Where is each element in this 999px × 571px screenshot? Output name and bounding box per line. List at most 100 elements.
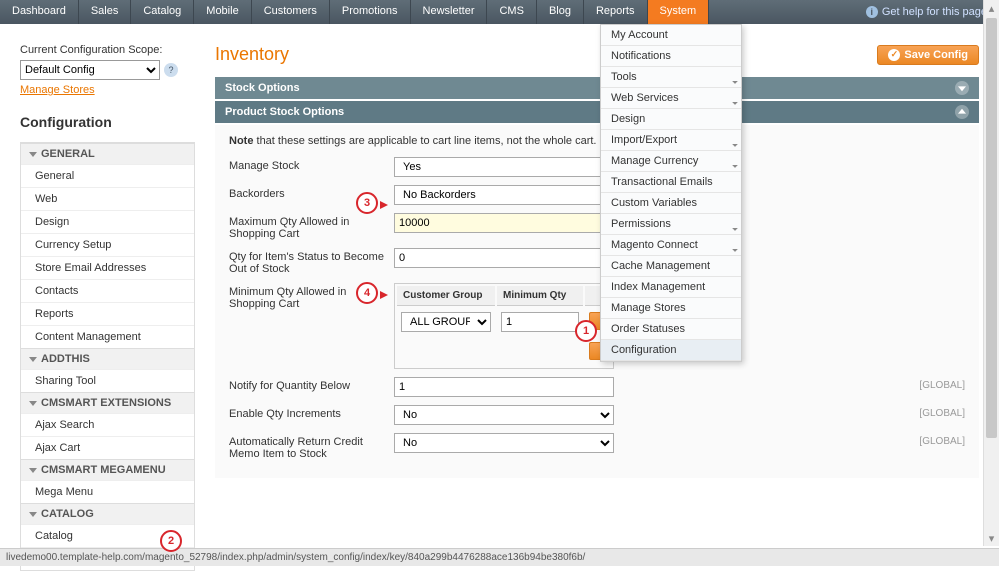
page-title: Inventory [215,44,289,65]
cfg-ajax-cart[interactable]: Ajax Cart [21,436,194,459]
dd-configuration[interactable]: Configuration [601,340,741,361]
help-icon: i [866,6,878,18]
dd-tools[interactable]: Tools [601,67,741,88]
dd-custom-variables[interactable]: Custom Variables [601,193,741,214]
cfg-sharing-tool[interactable]: Sharing Tool [21,369,194,392]
cfg-ajax-search[interactable]: Ajax Search [21,413,194,436]
dd-transactional-emails[interactable]: Transactional Emails [601,172,741,193]
scope-select[interactable]: Default Config [20,60,160,80]
nav-sales[interactable]: Sales [79,0,132,24]
cfg-currency[interactable]: Currency Setup [21,233,194,256]
chevron-down-icon [29,152,37,157]
callout-3-arrow [380,201,388,209]
cfg-reports[interactable]: Reports [21,302,194,325]
callout-4-arrow [380,291,388,299]
scroll-down-icon[interactable]: ▾ [984,530,999,546]
dd-manage-stores[interactable]: Manage Stores [601,298,741,319]
callout-4: 4 [356,282,378,304]
label-out-of-stock: Qty for Item's Status to Become Out of S… [229,248,394,275]
note-row: Note that these settings are applicable … [229,135,965,147]
help-text: Get help for this page [882,6,987,18]
section-stock-options[interactable]: Stock Options [215,77,979,99]
manage-stores-link[interactable]: Manage Stores [20,84,95,96]
dd-magento-connect[interactable]: Magento Connect [601,235,741,256]
save-config-button[interactable]: ✓ Save Config [877,45,979,65]
status-bar: livedemo00.template-help.com/magento_527… [0,548,999,566]
select-manage-stock[interactable]: Yes [394,157,614,177]
top-nav: Dashboard Sales Catalog Mobile Customers… [0,0,999,24]
select-qty-inc[interactable]: No [394,405,614,425]
cfg-mega-menu[interactable]: Mega Menu [21,480,194,503]
check-icon: ✓ [888,49,900,61]
group-addthis[interactable]: ADDTHIS [21,348,194,369]
nav-system[interactable]: System [648,0,710,24]
scrollbar-thumb[interactable] [986,18,997,438]
cfg-contacts[interactable]: Contacts [21,279,194,302]
dd-index-management[interactable]: Index Management [601,277,741,298]
section-product-stock[interactable]: Product Stock Options [215,101,979,123]
group-cmsmart-ext[interactable]: CMSMART EXTENSIONS [21,392,194,413]
input-min-qty[interactable] [501,312,579,332]
dd-design[interactable]: Design [601,109,741,130]
label-manage-stock: Manage Stock [229,157,394,172]
input-out-of-stock[interactable] [394,248,614,268]
chevron-down-icon [29,401,37,406]
group-catalog[interactable]: CATALOG [21,503,194,524]
section-body: Note that these settings are applicable … [215,125,979,478]
dd-order-statuses[interactable]: Order Statuses [601,319,741,340]
nav-newsletter[interactable]: Newsletter [411,0,488,24]
dd-cache-management[interactable]: Cache Management [601,256,741,277]
th-min-qty: Minimum Qty [497,286,583,306]
select-customer-group[interactable]: ALL GROUPS [401,312,491,332]
callout-1: 1 [575,320,597,342]
input-notify[interactable] [394,377,614,397]
dd-web-services[interactable]: Web Services [601,88,741,109]
scope-notify: [GLOBAL] [905,377,965,391]
nav-customers[interactable]: Customers [252,0,330,24]
scroll-up-icon[interactable]: ▴ [984,0,999,16]
label-notify: Notify for Quantity Below [229,377,394,392]
scope-qty-inc: [GLOBAL] [905,405,965,419]
scope-auto-return: [GLOBAL] [905,433,965,447]
dd-permissions[interactable]: Permissions [601,214,741,235]
scope-label: Current Configuration Scope: [20,44,195,56]
group-general[interactable]: GENERAL [21,143,194,164]
callout-2: 2 [160,530,182,552]
nav-promotions[interactable]: Promotions [330,0,411,24]
expand-icon [955,81,969,95]
dd-my-account[interactable]: My Account [601,25,741,46]
select-auto-return[interactable]: No [394,433,614,453]
cfg-design[interactable]: Design [21,210,194,233]
config-sidebar: GENERAL General Web Design Currency Setu… [20,142,195,571]
nav-reports[interactable]: Reports [584,0,648,24]
label-auto-return: Automatically Return Credit Memo Item to… [229,433,394,460]
system-dropdown: My Account Notifications Tools Web Servi… [600,24,742,362]
config-title: Configuration [20,114,195,134]
cfg-general[interactable]: General [21,164,194,187]
vertical-scrollbar[interactable]: ▴ ▾ [983,0,999,546]
dd-notifications[interactable]: Notifications [601,46,741,67]
cfg-store-email[interactable]: Store Email Addresses [21,256,194,279]
chevron-down-icon [29,512,37,517]
label-max-qty: Maximum Qty Allowed in Shopping Cart [229,213,394,240]
scope-help-icon[interactable]: ? [164,63,178,77]
callout-3: 3 [356,192,378,214]
cfg-content-mgmt[interactable]: Content Management [21,325,194,348]
nav-catalog[interactable]: Catalog [131,0,194,24]
select-backorders[interactable]: No Backorders [394,185,614,205]
collapse-icon [955,105,969,119]
group-cmsmart-mega[interactable]: CMSMART MEGAMENU [21,459,194,480]
input-max-qty[interactable] [394,213,614,233]
dd-import-export[interactable]: Import/Export [601,130,741,151]
nav-dashboard[interactable]: Dashboard [0,0,79,24]
label-qty-inc: Enable Qty Increments [229,405,394,420]
nav-mobile[interactable]: Mobile [194,0,251,24]
main-content: Inventory ✓ Save Config Stock Options Pr… [215,44,979,571]
left-column: Current Configuration Scope: Default Con… [20,44,195,571]
nav-cms[interactable]: CMS [487,0,536,24]
help-link[interactable]: i Get help for this page [854,0,999,24]
chevron-down-icon [29,468,37,473]
cfg-web[interactable]: Web [21,187,194,210]
nav-blog[interactable]: Blog [537,0,584,24]
dd-manage-currency[interactable]: Manage Currency [601,151,741,172]
